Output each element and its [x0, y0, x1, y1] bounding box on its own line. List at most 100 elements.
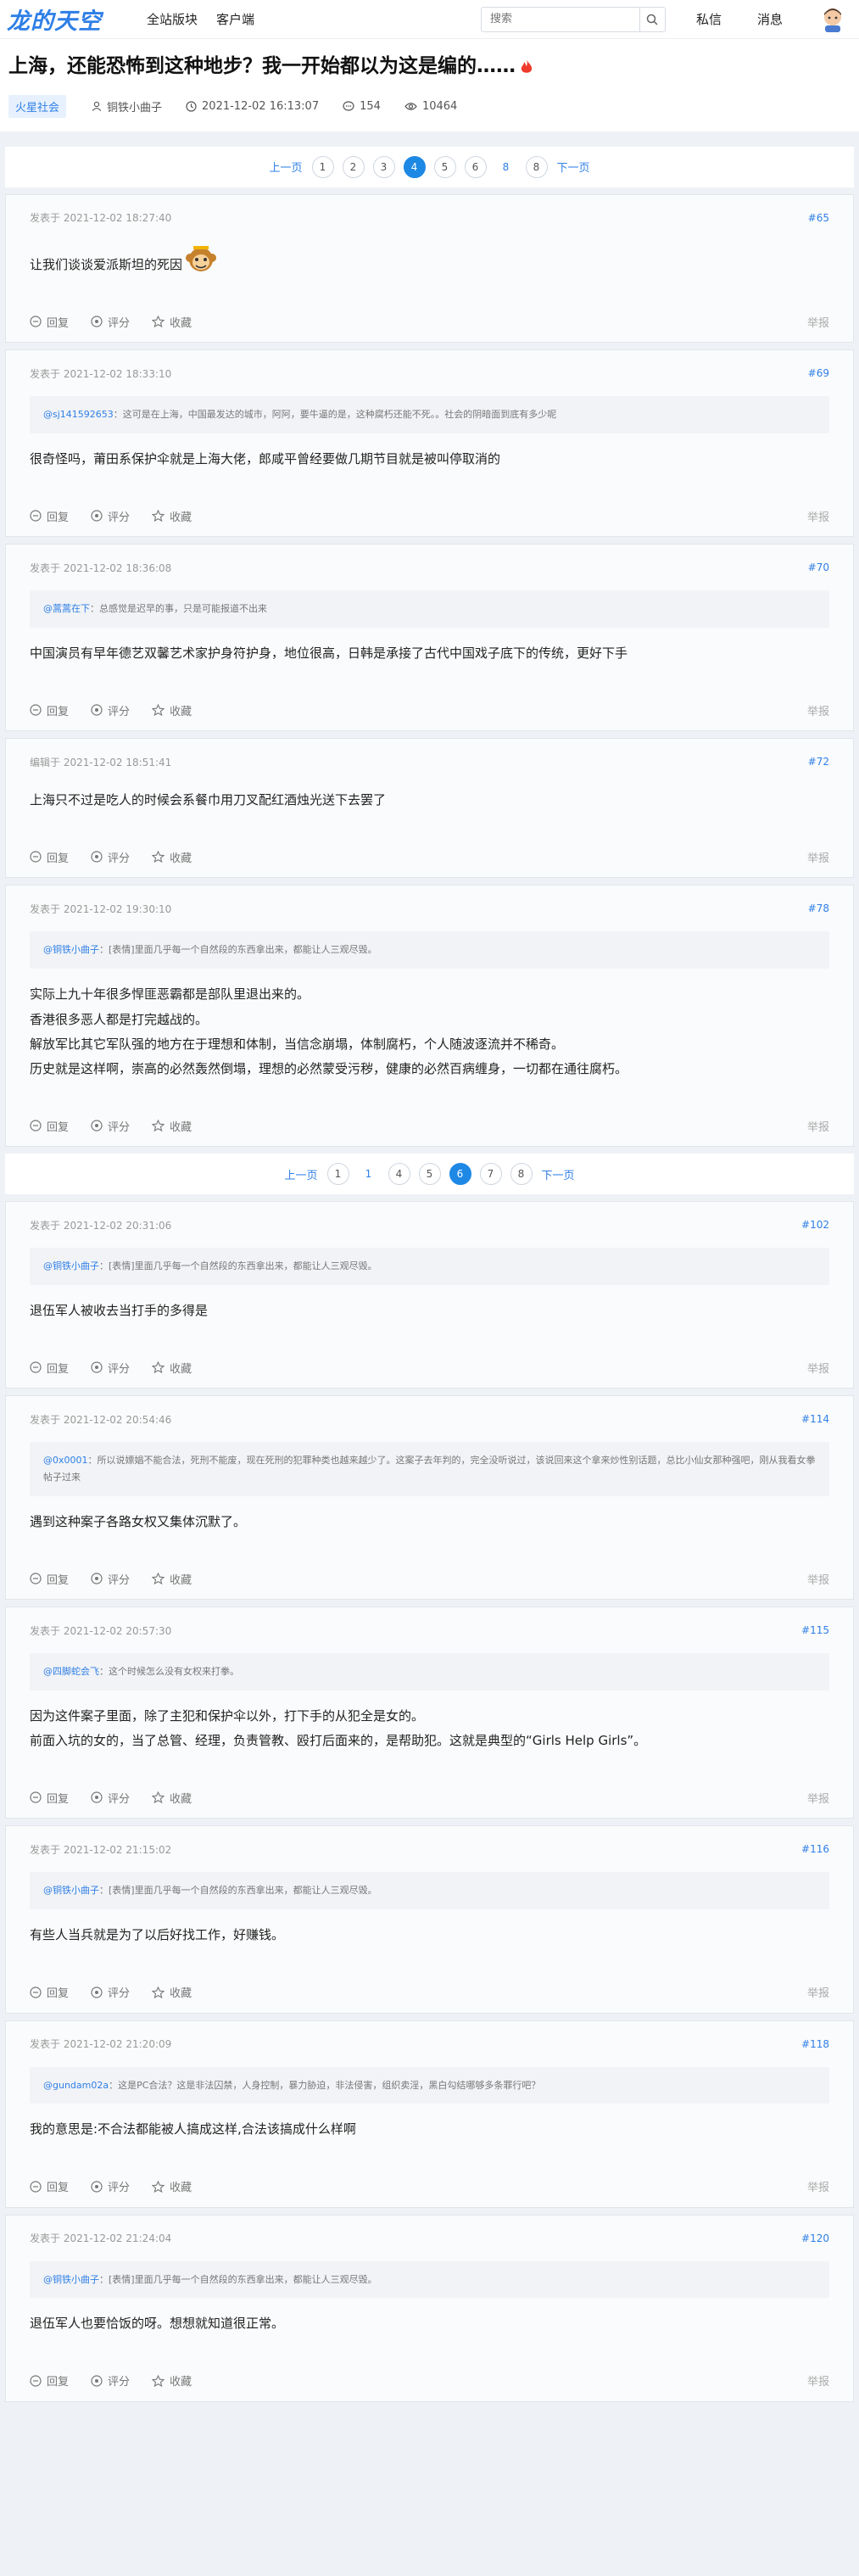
reply-button[interactable]: 回复 [30, 508, 69, 524]
reply-item: 发表于 2021-12-02 21:20:09 #118 @gundam02a：… [5, 2020, 854, 2208]
reply-button[interactable]: 回复 [30, 1571, 69, 1587]
reply-button[interactable]: 回复 [30, 1118, 69, 1134]
floor-number[interactable]: #115 [801, 1624, 829, 1636]
prev-page-button[interactable]: 上一页 [269, 159, 302, 175]
page-button[interactable]: 3 [372, 155, 395, 178]
reply-item: 发表于 2021-12-02 19:30:10 #78 @铜铁小曲子：[表情]里… [5, 885, 854, 1148]
favorite-button[interactable]: 收藏 [152, 314, 192, 330]
next-page-button[interactable]: 下一页 [542, 1166, 575, 1182]
floor-number[interactable]: #65 [808, 212, 829, 224]
favorite-button[interactable]: 收藏 [152, 702, 192, 718]
search-button[interactable] [639, 7, 665, 31]
page-button[interactable]: 4 [388, 1163, 410, 1186]
page-button[interactable]: 6 [464, 155, 487, 178]
reply-item: 发表于 2021-12-02 20:57:30 #115 @四脚蛇会飞：这个时候… [5, 1607, 854, 1819]
floor-number[interactable]: #116 [801, 1843, 829, 1855]
floor-number[interactable]: #114 [801, 1413, 829, 1425]
page-button[interactable]: 1 [357, 1163, 380, 1186]
rate-button[interactable]: 评分 [91, 1571, 130, 1587]
report-button[interactable]: 举报 [807, 2178, 829, 2194]
reply-button[interactable]: 回复 [30, 2372, 69, 2389]
page-button[interactable]: 8 [510, 1163, 533, 1186]
favorite-button[interactable]: 收藏 [152, 1571, 192, 1587]
rate-button[interactable]: 评分 [91, 1984, 130, 2000]
report-button[interactable]: 举报 [807, 1984, 829, 2000]
favorite-button[interactable]: 收藏 [152, 1790, 192, 1806]
floor-number[interactable]: #72 [808, 756, 829, 768]
quote-user[interactable]: @0x0001 [43, 1455, 88, 1466]
favorite-button[interactable]: 收藏 [152, 849, 192, 865]
quote-user[interactable]: @铜铁小曲子 [43, 1885, 99, 1896]
rate-button[interactable]: 评分 [91, 2372, 130, 2389]
favorite-button[interactable]: 收藏 [152, 2372, 192, 2389]
page-button[interactable]: 1 [311, 155, 334, 178]
page-button[interactable]: 8 [525, 155, 548, 178]
favorite-button[interactable]: 收藏 [152, 1360, 192, 1376]
floor-number[interactable]: #120 [801, 2232, 829, 2244]
reply-button[interactable]: 回复 [30, 1984, 69, 2000]
reply-button[interactable]: 回复 [30, 1360, 69, 1376]
report-button[interactable]: 举报 [807, 1571, 829, 1587]
quote-user[interactable]: @铜铁小曲子 [43, 1260, 99, 1271]
rate-button[interactable]: 评分 [91, 314, 130, 330]
floor-number[interactable]: #118 [801, 2038, 829, 2050]
private-message-link[interactable]: 私信 [696, 10, 722, 28]
reply-actions: 回复 评分 收藏 举报 [30, 495, 829, 536]
floor-number[interactable]: #78 [808, 902, 829, 914]
rate-button[interactable]: 评分 [91, 1118, 130, 1134]
report-button[interactable]: 举报 [807, 2372, 829, 2389]
avatar[interactable] [818, 7, 847, 32]
star-icon [152, 1791, 165, 1804]
board-tag[interactable]: 火星社会 [8, 94, 67, 118]
reply-button[interactable]: 回复 [30, 2178, 69, 2194]
floor-number[interactable]: #102 [801, 1219, 829, 1231]
quote-user[interactable]: @蒿蒿在下 [43, 603, 90, 614]
report-button[interactable]: 举报 [807, 849, 829, 865]
reply-button[interactable]: 回复 [30, 849, 69, 865]
reply-button[interactable]: 回复 [30, 702, 69, 718]
nav-all-boards[interactable]: 全站版块 [147, 10, 198, 28]
nav-client[interactable]: 客户端 [216, 10, 254, 28]
notifications-link[interactable]: 消息 [757, 10, 783, 28]
report-button[interactable]: 举报 [807, 1360, 829, 1376]
quote-user[interactable]: @四脚蛇会飞 [43, 1666, 99, 1677]
report-button[interactable]: 举报 [807, 1118, 829, 1134]
favorite-button[interactable]: 收藏 [152, 1118, 192, 1134]
rate-button[interactable]: 评分 [91, 1790, 130, 1806]
favorite-button[interactable]: 收藏 [152, 1984, 192, 2000]
rate-button[interactable]: 评分 [91, 1360, 130, 1376]
rate-button[interactable]: 评分 [91, 508, 130, 524]
quote-user[interactable]: @铜铁小曲子 [43, 944, 99, 955]
floor-number[interactable]: #70 [808, 562, 829, 573]
floor-number[interactable]: #69 [808, 367, 829, 379]
quote-user[interactable]: @sj141592653 [43, 409, 114, 420]
page-button[interactable]: 1 [326, 1163, 349, 1186]
reply-item: 发表于 2021-12-02 18:27:40 #65 让我们谈谈爱派斯坦的死因… [5, 193, 854, 344]
reply-button[interactable]: 回复 [30, 314, 69, 330]
report-button[interactable]: 举报 [807, 702, 829, 718]
report-button[interactable]: 举报 [807, 508, 829, 524]
search-input[interactable] [481, 7, 639, 31]
quote-user[interactable]: @铜铁小曲子 [43, 2274, 99, 2285]
reply-button[interactable]: 回复 [30, 1790, 69, 1806]
rate-button[interactable]: 评分 [91, 2178, 130, 2194]
author[interactable]: 铜铁小曲子 [92, 98, 162, 115]
report-button[interactable]: 举报 [807, 1790, 829, 1806]
page-button-current[interactable]: 6 [449, 1163, 471, 1186]
page-button-current[interactable]: 4 [403, 155, 426, 178]
rate-button[interactable]: 评分 [91, 702, 130, 718]
quote-user[interactable]: @gundam02a [43, 2080, 109, 2091]
page-button[interactable]: 5 [418, 1163, 441, 1186]
prev-page-button[interactable]: 上一页 [284, 1166, 317, 1182]
rate-button[interactable]: 评分 [91, 849, 130, 865]
star-icon [152, 704, 165, 717]
page-button[interactable]: 2 [342, 155, 365, 178]
favorite-button[interactable]: 收藏 [152, 508, 192, 524]
page-button[interactable]: 8 [494, 155, 517, 178]
page-button[interactable]: 7 [479, 1163, 502, 1186]
page-button[interactable]: 5 [433, 155, 456, 178]
report-button[interactable]: 举报 [807, 314, 829, 330]
favorite-button[interactable]: 收藏 [152, 2178, 192, 2194]
next-page-button[interactable]: 下一页 [557, 159, 590, 175]
site-logo[interactable]: 龙的天空 [7, 3, 147, 36]
